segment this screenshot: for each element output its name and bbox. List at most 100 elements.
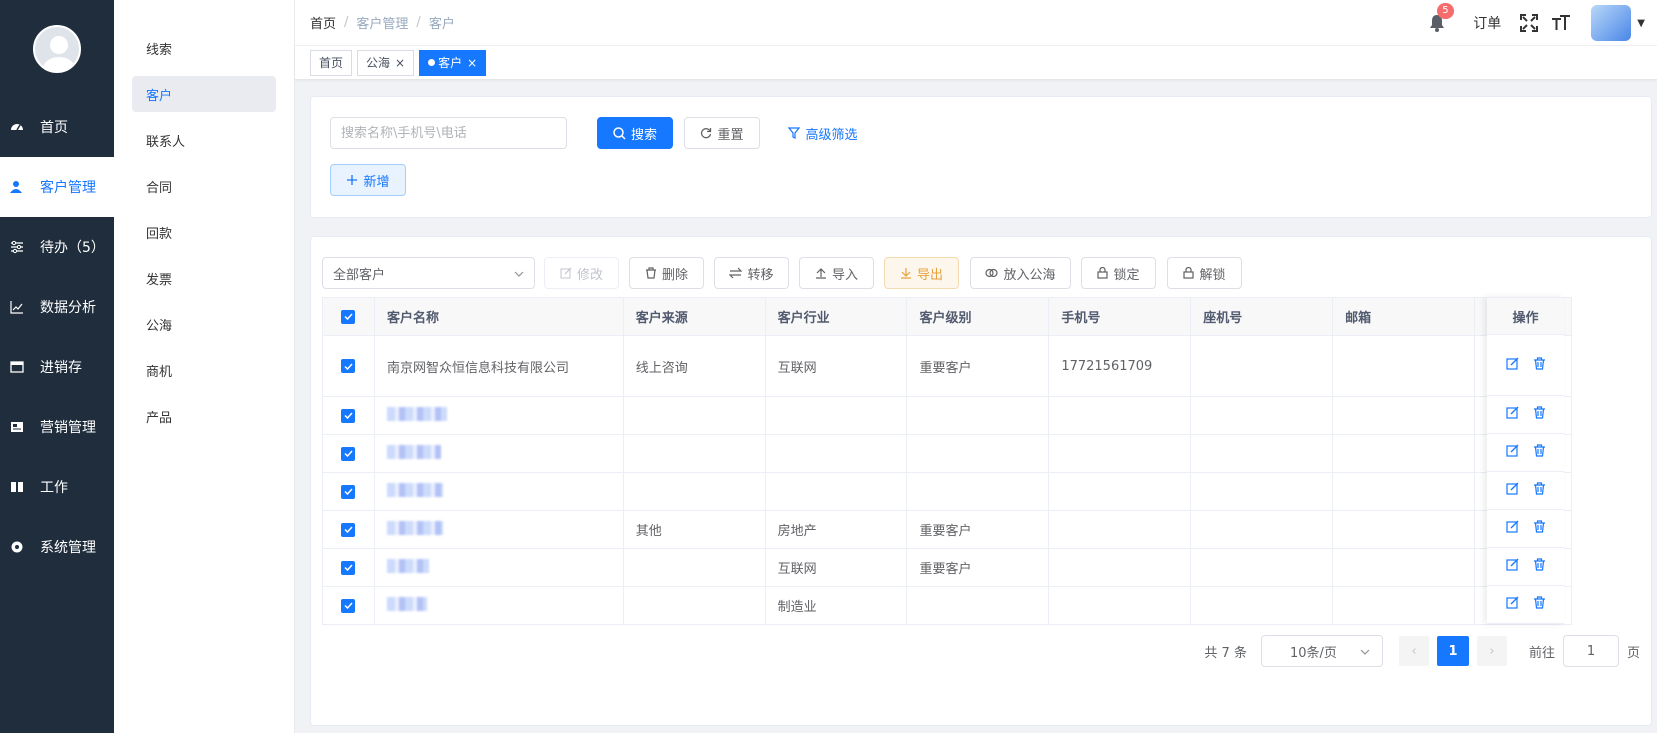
tag-customer[interactable]: 客户 × — [419, 49, 487, 76]
move-to-pool-button[interactable]: 放入公海 — [970, 257, 1071, 289]
submenu-item-opportunities[interactable]: 商机 — [132, 352, 276, 388]
page-number-current[interactable]: 1 — [1436, 636, 1469, 666]
table-row[interactable] — [322, 396, 1572, 435]
customer-name-redacted[interactable] — [373, 510, 624, 549]
row-checkbox-cell[interactable] — [322, 586, 375, 625]
orders-link[interactable]: 订单 — [1473, 13, 1501, 33]
goto-page-input[interactable] — [1562, 635, 1619, 667]
trash-icon[interactable] — [1533, 444, 1546, 461]
customer-name-redacted[interactable] — [373, 586, 624, 625]
row-checkbox[interactable] — [341, 484, 356, 499]
trash-icon[interactable] — [1533, 520, 1546, 537]
edit-icon[interactable] — [1505, 558, 1519, 575]
row-checkbox-cell[interactable] — [322, 335, 375, 397]
cell-source: 线上咨询 — [622, 335, 766, 397]
search-input[interactable] — [330, 117, 567, 149]
chevron-down-icon[interactable]: ▼ — [1637, 18, 1645, 29]
breadcrumb-customer-management[interactable]: 客户管理 — [356, 13, 408, 32]
table-row[interactable] — [322, 434, 1572, 473]
submenu-item-customers[interactable]: 客户 — [132, 76, 276, 112]
lock-button[interactable]: 锁定 — [1081, 257, 1156, 289]
avatar[interactable] — [33, 24, 81, 73]
row-checkbox[interactable] — [341, 522, 356, 537]
sidebar-item-system[interactable]: 系统管理 — [0, 517, 114, 577]
customer-name-link[interactable]: 南京网智众恒信息科技有限公司 — [373, 335, 624, 397]
next-page-button[interactable]: › — [1476, 636, 1507, 666]
user-avatar[interactable] — [1591, 5, 1632, 41]
trash-icon — [645, 267, 657, 279]
unlock-button[interactable]: 解锁 — [1167, 257, 1242, 289]
operations-column: 操作 — [1487, 297, 1564, 624]
row-checkbox[interactable] — [341, 408, 356, 423]
table-row[interactable]: 其他 房地产 重要客户 — [322, 510, 1572, 549]
customer-name-redacted[interactable] — [373, 434, 624, 473]
edit-icon[interactable] — [1505, 482, 1519, 499]
cell-mobile — [1048, 472, 1192, 511]
close-icon[interactable]: × — [395, 56, 405, 70]
edit-icon[interactable] — [1505, 520, 1519, 537]
reset-button[interactable]: 重置 — [684, 117, 760, 149]
transfer-button[interactable]: 转移 — [714, 257, 789, 289]
sidebar-item-customer-management[interactable]: 客户管理 — [0, 157, 114, 217]
row-checkbox[interactable] — [341, 560, 356, 575]
row-checkbox-cell[interactable] — [322, 548, 375, 587]
trash-icon[interactable] — [1533, 482, 1546, 499]
sidebar-item-todo[interactable]: 待办（5） — [0, 217, 114, 277]
font-size-icon[interactable] — [1551, 13, 1571, 33]
export-button[interactable]: 导出 — [884, 257, 959, 289]
breadcrumb-home[interactable]: 首页 — [310, 13, 336, 32]
row-checkbox-cell[interactable] — [322, 434, 375, 473]
select-all-checkbox[interactable] — [341, 309, 356, 324]
submenu-item-leads[interactable]: 线索 — [132, 30, 276, 66]
sidebar-item-inventory[interactable]: 进销存 — [0, 337, 114, 397]
trash-icon[interactable] — [1533, 596, 1546, 613]
edit-icon[interactable] — [1505, 444, 1519, 461]
edit-icon[interactable] — [1505, 357, 1519, 374]
table-row[interactable]: 制造业 — [322, 586, 1572, 625]
trash-icon[interactable] — [1533, 406, 1546, 423]
row-checkbox[interactable] — [341, 446, 356, 461]
trash-icon[interactable] — [1533, 558, 1546, 575]
customer-filter-select[interactable]: 全部客户 — [322, 257, 535, 289]
customer-name-redacted[interactable] — [373, 396, 624, 435]
sidebar-item-label: 工作 — [40, 480, 68, 496]
table-row[interactable]: 南京网智众恒信息科技有限公司 线上咨询 互联网 重要客户 17721561709 — [322, 335, 1572, 397]
page-size-select[interactable]: 10条/页 — [1260, 635, 1383, 667]
select-all-cell[interactable] — [322, 297, 375, 336]
submenu-item-payments[interactable]: 回款 — [132, 214, 276, 250]
add-button[interactable]: 新增 — [330, 164, 406, 196]
table-row[interactable] — [322, 472, 1572, 511]
delete-button[interactable]: 删除 — [629, 257, 704, 289]
sidebar-item-home[interactable]: 首页 — [0, 97, 114, 157]
edit-button[interactable]: 修改 — [544, 257, 619, 289]
import-button[interactable]: 导入 — [799, 257, 874, 289]
customer-name-redacted[interactable] — [373, 472, 624, 511]
submenu-item-contracts[interactable]: 合同 — [132, 168, 276, 204]
prev-page-button[interactable]: ‹ — [1398, 636, 1429, 666]
row-checkbox[interactable] — [341, 359, 356, 373]
row-checkbox[interactable] — [341, 598, 356, 613]
sidebar-item-data-analysis[interactable]: 数据分析 — [0, 277, 114, 337]
tag-public-pool[interactable]: 公海 × — [357, 49, 415, 76]
tag-home[interactable]: 首页 — [310, 49, 353, 76]
edit-icon[interactable] — [1505, 596, 1519, 613]
customer-name-redacted[interactable] — [373, 548, 624, 587]
row-checkbox-cell[interactable] — [322, 396, 375, 435]
submenu-item-invoices[interactable]: 发票 — [132, 260, 276, 296]
chevron-down-icon — [1360, 644, 1370, 659]
submenu-item-public-pool[interactable]: 公海 — [132, 306, 276, 342]
submenu-item-products[interactable]: 产品 — [132, 398, 276, 434]
sidebar-item-marketing[interactable]: 营销管理 — [0, 397, 114, 457]
table-row[interactable]: 互联网 重要客户 — [322, 548, 1572, 587]
submenu-item-contacts[interactable]: 联系人 — [132, 122, 276, 158]
close-icon[interactable]: × — [467, 56, 477, 70]
search-button[interactable]: 搜索 — [597, 117, 673, 149]
fullscreen-icon[interactable] — [1519, 13, 1539, 33]
edit-icon[interactable] — [1505, 406, 1519, 423]
advanced-filter-button[interactable]: 高级筛选 — [783, 117, 863, 149]
notification-bell[interactable]: 5 — [1427, 3, 1454, 33]
sidebar-item-work[interactable]: 工作 — [0, 457, 114, 517]
row-checkbox-cell[interactable] — [322, 510, 375, 549]
row-checkbox-cell[interactable] — [322, 472, 375, 511]
trash-icon[interactable] — [1533, 356, 1546, 374]
